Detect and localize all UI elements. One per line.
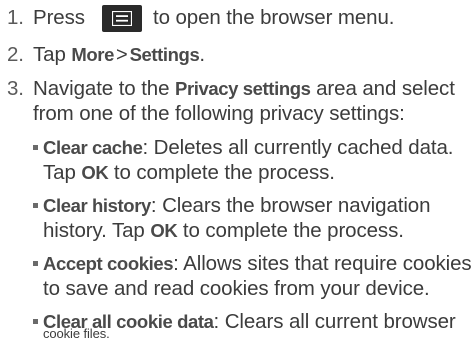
settings-command: Settings	[129, 44, 200, 65]
clear-cache-label: Clear cache	[43, 137, 143, 158]
menu-key-icon	[102, 5, 142, 32]
step-2-prefix: Tap	[33, 43, 72, 66]
step-1-suffix: to open the browser menu.	[153, 6, 395, 29]
step-1-prefix: Press	[33, 6, 85, 29]
clear-history-line2-suffix: to complete the process.	[177, 219, 404, 242]
clear-all-cookie-data-desc: : Clears all current browser	[213, 310, 456, 333]
clear-cache-line2-suffix: to complete the process.	[108, 161, 335, 184]
clear-cache-desc: : Deletes all currently cached data.	[142, 136, 454, 159]
step-2-number: 2.	[7, 43, 24, 66]
clear-history-label: Clear history	[43, 195, 151, 216]
step-3-line1-suffix: area and select	[310, 77, 455, 100]
option-clear-all-cookie-data-line2: cookie files.	[43, 326, 110, 341]
step-3-line2: from one of the following privacy settin…	[33, 102, 405, 125]
privacy-settings-command: Privacy settings	[175, 78, 311, 99]
ok-command: OK	[81, 162, 109, 183]
step-3-number: 3.	[7, 77, 24, 100]
menu-separator: >	[115, 44, 128, 66]
menu-lines-icon	[112, 11, 132, 26]
bullet-icon	[33, 145, 38, 150]
accept-cookies-desc: : Allows sites that require cookies	[173, 252, 472, 275]
more-command: More	[71, 44, 114, 65]
step-1-number: 1.	[7, 6, 24, 29]
option-clear-history-line2: history. Tap OK to complete the process.	[43, 218, 404, 244]
step-3-line1-prefix: Navigate to the	[33, 77, 175, 100]
clear-history-desc: : Clears the browser navigation	[150, 194, 431, 217]
accept-cookies-label: Accept cookies	[43, 253, 174, 274]
clear-cache-line2-prefix: Tap	[43, 161, 82, 184]
option-clear-cache-line2: Tap OK to complete the process.	[43, 160, 335, 186]
clear-history-line2-prefix: history. Tap	[43, 219, 151, 242]
bullet-icon	[33, 319, 38, 324]
instruction-document: 1. Press to open the browser menu. 2. Ta…	[0, 0, 475, 341]
bullet-icon	[33, 261, 38, 266]
bullet-icon	[33, 203, 38, 208]
step-2-suffix: .	[199, 43, 205, 66]
ok-command: OK	[150, 220, 178, 241]
option-accept-cookies-line2: to save and read cookies from your devic…	[43, 277, 430, 300]
